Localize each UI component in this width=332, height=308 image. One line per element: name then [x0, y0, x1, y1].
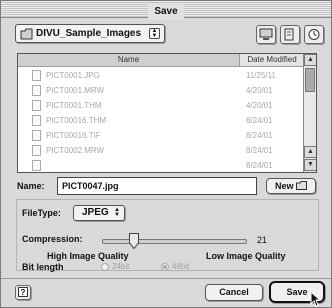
new-folder-icon [296, 181, 308, 190]
file-list[interactable]: Name Date Modified PICT0001.JPG 11/25/11… [17, 53, 317, 173]
radio-24bit-label: 24bit [112, 262, 130, 271]
popup-arrows-icon: ▲ ▼ [149, 28, 160, 39]
title-bar[interactable]: Save [1, 1, 331, 20]
compression-label: Compression: [22, 234, 83, 244]
recent-button[interactable] [304, 25, 324, 44]
image-file-icon [32, 70, 41, 81]
file-name: PICT0001.THM [46, 101, 102, 110]
file-date: 8/24/01 [246, 146, 273, 155]
file-row[interactable]: PICT00016.THM 8/24/01 [18, 113, 303, 128]
file-date: 4/20/01 [246, 86, 273, 95]
file-row[interactable]: PICT00016.TIF 8/24/01 [18, 128, 303, 143]
image-file-icon [32, 130, 41, 141]
filetype-popup[interactable]: JPEG ▲ ▼ [73, 205, 125, 221]
folder-popup-label: DIVU_Sample_Images [36, 28, 142, 39]
file-date: 8/24/01 [246, 116, 273, 125]
file-row[interactable]: PICT0001.THM 4/20/01 [18, 98, 303, 113]
bit-length-label: Bit length [22, 262, 64, 272]
mouse-pointer-icon [310, 291, 322, 307]
file-date: 8/24/01 [246, 131, 273, 140]
new-button-label: New [274, 181, 294, 191]
help-button[interactable]: ? [15, 285, 31, 300]
cancel-button-label: Cancel [219, 287, 249, 297]
column-name[interactable]: Name [18, 54, 240, 66]
folder-icon [20, 28, 33, 40]
file-name: PICT0001.MRW [46, 86, 105, 95]
scroll-down-icon[interactable]: ▼ [304, 159, 316, 171]
desktop-icon [259, 28, 273, 40]
file-name: PICT00016.TIF [46, 131, 101, 140]
file-date: 8/24/01 [246, 161, 273, 170]
scroll-up-icon[interactable]: ▲ [304, 54, 316, 66]
new-button[interactable]: New [266, 178, 316, 194]
compression-slider-thumb[interactable] [129, 233, 139, 249]
radio-48bit[interactable] [161, 263, 169, 271]
file-icon [32, 160, 41, 171]
file-row[interactable]: 8/24/01 [18, 158, 303, 172]
column-date-modified[interactable]: Date Modified [241, 54, 303, 66]
filetype-label: FileType: [22, 208, 61, 218]
file-row[interactable]: PICT0001.JPG 11/25/11 [18, 68, 303, 83]
folder-popup[interactable]: DIVU_Sample_Images ▲ ▼ [15, 24, 165, 43]
file-list-header: Name Date Modified [18, 54, 303, 67]
save-dialog: Save DIVU_Sample_Images ▲ ▼ Name Date Mo… [0, 0, 332, 308]
high-quality-label: High Image Quality [47, 251, 129, 261]
file-row[interactable]: PICT0002.MRW 8/24/01 [18, 143, 303, 158]
file-name: PICT00016.THM [46, 116, 107, 125]
file-date: 11/25/11 [246, 71, 276, 80]
low-quality-label: Low Image Quality [206, 251, 286, 261]
save-button-label: Save [286, 287, 308, 297]
compression-value: 21 [257, 235, 268, 245]
file-date: 4/20/01 [246, 101, 273, 110]
compression-slider-track[interactable] [102, 239, 247, 244]
new-folder-button[interactable] [280, 25, 300, 44]
file-icon [32, 115, 41, 126]
footer-divider [1, 278, 331, 279]
popup-arrows-icon: ▲ ▼ [114, 207, 120, 218]
name-field-value: PICT0047.jpg [62, 181, 119, 191]
scroll-thumb[interactable] [305, 68, 315, 92]
name-field[interactable]: PICT0047.jpg [57, 177, 257, 195]
dialog-title: Save [148, 3, 184, 20]
help-icon: ? [18, 287, 28, 297]
file-icon [32, 100, 41, 111]
document-icon [284, 28, 294, 41]
file-list-scrollbar[interactable]: ▲ ▲ ▼ [303, 54, 316, 172]
file-row[interactable]: PICT0001.MRW 4/20/01 [18, 83, 303, 98]
svg-text:?: ? [21, 288, 26, 297]
cancel-button[interactable]: Cancel [205, 284, 263, 301]
file-icon [32, 85, 41, 96]
desktop-button[interactable] [256, 25, 276, 44]
radio-48bit-label: 48bit [172, 262, 190, 271]
clock-icon [308, 29, 320, 40]
file-name: PICT0001.JPG [46, 71, 100, 80]
name-label: Name: [17, 181, 45, 191]
filetype-value: JPEG [82, 207, 109, 218]
file-name: PICT0002.MRW [46, 146, 105, 155]
radio-24bit[interactable] [101, 263, 109, 271]
file-icon [32, 145, 41, 156]
image-options-group: FileType: JPEG ▲ ▼ Compression: 21 High I… [16, 199, 319, 272]
scroll-up-icon[interactable]: ▲ [304, 146, 316, 158]
